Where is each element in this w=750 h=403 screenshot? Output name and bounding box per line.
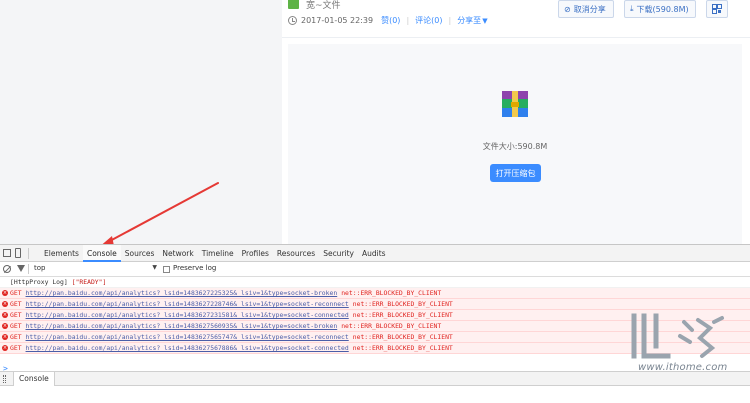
clear-console-icon[interactable]	[3, 265, 11, 273]
log-text: GET http://pan.baidu.com/api/analytics?_l…	[10, 310, 453, 321]
share-date: 2017-01-05 22:39	[301, 15, 374, 25]
error-icon: ×	[2, 345, 8, 351]
log-status: net::ERR_BLOCKED_BY_CLIENT	[341, 322, 442, 330]
tab-console[interactable]: Console	[82, 245, 121, 262]
cancel-share-label: 取消分享	[573, 4, 606, 14]
meta-separator: |	[406, 15, 410, 25]
preserve-log-label: Preserve log	[173, 264, 217, 272]
device-mode-icon[interactable]	[15, 248, 21, 258]
file-header: 宽~文件 2017-01-05 22:39 赞(0) | 评论(0) | 分享至…	[282, 0, 750, 38]
archive-file-icon	[502, 91, 528, 117]
like-link[interactable]: 赞(0)	[381, 15, 400, 26]
devtools-tabs: Elements Console Sources Network Timelin…	[40, 245, 390, 262]
log-url-link[interactable]: http://pan.baidu.com/api/analytics?_lsid…	[26, 333, 349, 341]
log-text: GET http://pan.baidu.com/api/analytics?_l…	[10, 321, 441, 332]
inspect-element-icon[interactable]	[3, 249, 11, 257]
chevron-down-icon: ▼	[482, 16, 488, 25]
qr-code-button[interactable]	[706, 0, 728, 18]
log-text: GET http://pan.baidu.com/api/analytics?_l…	[10, 343, 453, 354]
log-row-error: × GET http://pan.baidu.com/api/analytics?…	[0, 299, 750, 310]
error-icon: ×	[2, 290, 8, 296]
file-type-icon	[288, 0, 299, 9]
log-status: net::ERR_BLOCKED_BY_CLIENT	[352, 311, 453, 319]
tab-resources[interactable]: Resources	[273, 245, 319, 262]
download-label: 下载(590.8M)	[636, 4, 689, 14]
log-method: GET	[10, 322, 22, 330]
log-method: GET	[10, 300, 22, 308]
log-method: GET	[10, 333, 22, 341]
share-to-label: 分享至	[457, 15, 482, 25]
error-icon: ×	[2, 301, 8, 307]
tab-network[interactable]: Network	[158, 245, 197, 262]
cancel-share-icon: ⊘	[564, 4, 571, 14]
context-value: top	[34, 264, 46, 272]
watermark-text: www.ithome.com	[638, 362, 728, 373]
cancel-share-button[interactable]: ⊘ 取消分享	[558, 0, 614, 18]
tab-security[interactable]: Security	[319, 245, 358, 262]
qr-code-icon	[712, 4, 722, 14]
download-button[interactable]: ⤓ 下载(590.8M)	[624, 0, 696, 18]
log-status: net::ERR_BLOCKED_BY_CLIENT	[352, 300, 453, 308]
file-size-text: 文件大小:590.8M	[482, 142, 548, 151]
comment-link[interactable]: 评论(0)	[415, 15, 442, 26]
filter-icon[interactable]	[17, 265, 25, 272]
log-status: net::ERR_BLOCKED_BY_CLIENT	[341, 289, 442, 297]
meta-separator: |	[448, 15, 452, 25]
log-url-link[interactable]: http://pan.baidu.com/api/analytics?_lsid…	[26, 344, 349, 352]
log-status: net::ERR_BLOCKED_BY_CLIENT	[352, 333, 453, 341]
log-url-link[interactable]: http://pan.baidu.com/api/analytics?_lsid…	[26, 322, 338, 330]
tab-sources[interactable]: Sources	[121, 245, 159, 262]
tab-profiles[interactable]: Profiles	[238, 245, 273, 262]
ithome-watermark-logo	[631, 313, 724, 359]
error-icon: ×	[2, 312, 8, 318]
log-text: [HttpProxy Log] ["READY"]	[10, 277, 106, 288]
web-page: 宽~文件 2017-01-05 22:39 赞(0) | 评论(0) | 分享至…	[0, 0, 750, 244]
file-name: 宽~文件	[306, 1, 341, 11]
share-meta-row: 2017-01-05 22:39 赞(0) | 评论(0) | 分享至▼	[288, 14, 494, 26]
devtools-tab-bar: Elements Console Sources Network Timelin…	[0, 245, 750, 262]
drawer-menu-icon[interactable]	[3, 375, 6, 383]
console-toolbar: top ▼ Preserve log	[0, 262, 750, 277]
error-icon: ×	[2, 334, 8, 340]
drawer-tab-console[interactable]: Console	[13, 372, 55, 386]
tab-elements[interactable]: Elements	[40, 245, 83, 262]
context-select[interactable]: top ▼	[32, 264, 157, 275]
preserve-log-checkbox[interactable]	[163, 266, 170, 273]
log-text: GET http://pan.baidu.com/api/analytics?_l…	[10, 288, 441, 299]
tab-timeline[interactable]: Timeline	[198, 245, 238, 262]
log-method: GET	[10, 344, 22, 352]
tab-audits[interactable]: Audits	[358, 245, 390, 262]
log-row-error: × GET http://pan.baidu.com/api/analytics?…	[0, 288, 750, 299]
info-value: ["READY"]	[71, 278, 107, 286]
log-text: GET http://pan.baidu.com/api/analytics?_l…	[10, 299, 453, 310]
file-share-panel: 宽~文件 2017-01-05 22:39 赞(0) | 评论(0) | 分享至…	[282, 0, 750, 244]
log-text: GET http://pan.baidu.com/api/analytics?_l…	[10, 332, 453, 343]
log-row-info: [HttpProxy Log] ["READY"]	[0, 277, 750, 288]
info-label: [HttpProxy Log]	[10, 278, 68, 286]
log-method: GET	[10, 289, 22, 297]
chevron-down-icon: ▼	[152, 264, 157, 271]
left-blank-area	[0, 0, 282, 244]
drawer-tab-bar: Console	[0, 371, 750, 386]
log-status: net::ERR_BLOCKED_BY_CLIENT	[352, 344, 453, 352]
error-icon: ×	[2, 323, 8, 329]
log-url-link[interactable]: http://pan.baidu.com/api/analytics?_lsid…	[26, 289, 338, 297]
open-archive-button[interactable]: 打开压缩包	[490, 164, 541, 182]
toolbar-divider	[28, 264, 29, 274]
file-preview-area: 文件大小:590.8M 打开压缩包	[288, 44, 742, 244]
clock-icon	[288, 15, 297, 25]
toolbar-divider	[28, 248, 29, 259]
download-icon: ⤓	[630, 4, 634, 13]
log-url-link[interactable]: http://pan.baidu.com/api/analytics?_lsid…	[26, 300, 349, 308]
log-url-link[interactable]: http://pan.baidu.com/api/analytics?_lsid…	[26, 311, 349, 319]
share-to-link[interactable]: 分享至▼	[457, 15, 487, 26]
log-method: GET	[10, 311, 22, 319]
